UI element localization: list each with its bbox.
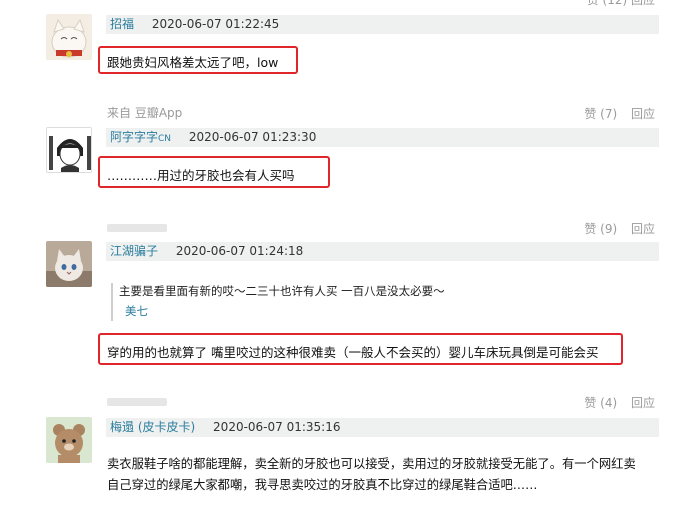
avatar[interactable] (46, 14, 92, 60)
cat-avatar-icon (46, 14, 92, 60)
comment-meta: 招福 2020-06-07 01:22:45 (106, 15, 659, 34)
cat-photo-avatar-icon (46, 241, 92, 287)
comment-text: 穿的用的也就算了 嘴里咬过的这种很难卖（一般人不会买的）婴儿车床玩具倒是可能会买 (107, 345, 599, 360)
reply-button[interactable]: 回应 (631, 222, 655, 236)
like-button[interactable]: 赞 (7) (584, 107, 617, 121)
comment-text: …………用过的牙胶也会有人买吗 (107, 168, 295, 183)
top-actions[interactable]: 赞 (12) 回应 (587, 0, 655, 8)
quoted-comment: 主要是看里面有新的哎～二三十也许有人买 一百八是没太必要～ 美七 (111, 283, 656, 321)
sketch-avatar-icon (47, 128, 91, 172)
avatar[interactable] (46, 127, 92, 173)
username-link[interactable]: 招福 (110, 17, 134, 31)
reply-button[interactable]: 回应 (631, 107, 655, 121)
blurred-source (107, 220, 167, 234)
timestamp: 2020-06-07 01:22:45 (151, 17, 280, 31)
comment-text-line: 卖衣服鞋子啥的都能理解，卖全新的牙胶也可以接受，卖用过的牙胶就接受无能了。有一个… (107, 457, 636, 471)
reply-button[interactable]: 回应 (631, 396, 655, 410)
username-link[interactable]: 阿字字字CN (110, 130, 171, 144)
timestamp: 2020-06-07 01:23:30 (188, 130, 317, 144)
quote-text: 主要是看里面有新的哎～二三十也许有人买 一百八是没太必要～ (119, 284, 445, 298)
timestamp: 2020-06-07 01:24:18 (175, 244, 304, 258)
like-button[interactable]: 赞 (9) (584, 222, 617, 236)
like-button[interactable]: 赞 (4) (584, 396, 617, 410)
comment-meta: 梅遢 (皮卡皮卡) 2020-06-07 01:35:16 (106, 418, 659, 437)
user-suffix: (皮卡皮卡) (137, 420, 196, 434)
comment-source: 来自 豆瓣App (107, 106, 183, 120)
avatar[interactable] (46, 241, 92, 287)
comment-meta: 江湖骗子 2020-06-07 01:24:18 (106, 242, 659, 261)
quote-author-link[interactable]: 美七 (125, 303, 656, 319)
comment-text-line: 自己穿过的绿尾大家都嘲，我寻思卖咬过的牙胶真不比穿过的绿尾鞋合适吧…… (107, 478, 538, 492)
bear-avatar-icon (46, 417, 92, 463)
avatar[interactable] (46, 417, 92, 463)
comment-text: 跟她贵妇风格差太远了吧，low (107, 55, 279, 70)
timestamp: 2020-06-07 01:35:16 (213, 420, 341, 434)
blurred-source (107, 394, 167, 408)
comment-actions: 赞 (9) 回应 (574, 220, 655, 237)
comment-meta: 阿字字字CN 2020-06-07 01:23:30 (106, 128, 659, 147)
user-badge: CN (158, 134, 172, 144)
comment-actions: 赞 (4) 回应 (574, 394, 655, 411)
username-link[interactable]: 梅遢 (110, 420, 134, 434)
comment-actions: 赞 (7) 回应 (574, 105, 655, 122)
username-link[interactable]: 江湖骗子 (110, 244, 158, 258)
